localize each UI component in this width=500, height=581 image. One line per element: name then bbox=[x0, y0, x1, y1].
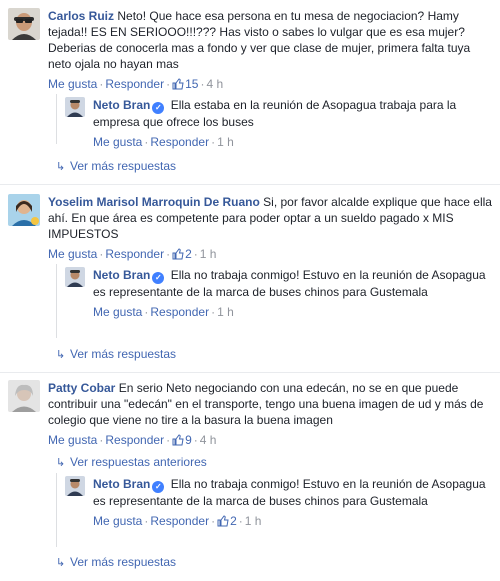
reply-arrow-icon: ↳ bbox=[56, 457, 66, 469]
avatar[interactable] bbox=[65, 267, 85, 287]
reply-author[interactable]: Neto Bran bbox=[93, 98, 150, 112]
like-count-value: 9 bbox=[185, 433, 192, 447]
avatar[interactable] bbox=[65, 97, 85, 117]
like-count-value: 2 bbox=[185, 247, 192, 261]
timestamp[interactable]: 1 h bbox=[217, 305, 234, 319]
separator: · bbox=[99, 247, 104, 261]
like-count-value: 2 bbox=[230, 514, 237, 528]
separator: · bbox=[166, 77, 171, 91]
like-count[interactable]: 2 bbox=[217, 514, 237, 528]
reply-author[interactable]: Neto Bran bbox=[93, 268, 150, 282]
reply-author[interactable]: Neto Bran bbox=[93, 477, 150, 491]
separator: · bbox=[238, 514, 243, 528]
reply-content: Ella no trabaja conmigo! Estuvo en la re… bbox=[93, 477, 486, 508]
avatar[interactable] bbox=[8, 8, 40, 40]
separator: · bbox=[99, 77, 104, 91]
thumbs-up-icon bbox=[172, 248, 184, 264]
reply-text: Neto Bran ✓ Ella estaba en la reunión de … bbox=[93, 97, 493, 130]
comment-author[interactable]: Yoselim Marisol Marroquin De Ruano bbox=[48, 195, 260, 209]
separator: · bbox=[211, 135, 216, 149]
replies-container: Neto Bran ✓ Ella estaba en la reunión de … bbox=[56, 94, 494, 149]
avatar-carlos-ruiz-icon bbox=[8, 8, 40, 40]
divider bbox=[0, 184, 500, 185]
timestamp[interactable]: 4 h bbox=[200, 433, 217, 447]
like-count[interactable]: 15 bbox=[172, 77, 198, 91]
timestamp[interactable]: 1 h bbox=[245, 514, 262, 528]
reply-link[interactable]: Responder bbox=[150, 305, 209, 319]
avatar-patty-cobar-icon bbox=[8, 380, 40, 412]
avatar[interactable] bbox=[8, 194, 40, 226]
reply-link[interactable]: Responder bbox=[105, 77, 164, 91]
comment-text: Patty Cobar En serio Neto negociando con… bbox=[48, 380, 494, 428]
reply-arrow-icon: ↳ bbox=[56, 161, 66, 173]
timestamp[interactable]: 1 h bbox=[217, 135, 234, 149]
separator: · bbox=[144, 514, 149, 528]
like-count[interactable]: 2 bbox=[172, 247, 192, 261]
separator: · bbox=[193, 247, 198, 261]
like-link[interactable]: Me gusta bbox=[93, 514, 142, 528]
separator: · bbox=[144, 135, 149, 149]
reply-link[interactable]: Responder bbox=[105, 247, 164, 261]
separator: · bbox=[200, 77, 205, 91]
avatar-neto-bran-icon bbox=[65, 267, 85, 287]
comment-author[interactable]: Patty Cobar bbox=[48, 381, 115, 395]
reply-arrow-icon: ↳ bbox=[56, 557, 66, 569]
more-replies-link[interactable]: ↳ Ver más respuestas bbox=[56, 346, 176, 363]
separator: · bbox=[144, 305, 149, 319]
more-replies-label: Ver más respuestas bbox=[70, 347, 177, 361]
previous-replies-link[interactable]: ↳ Ver respuestas anteriores bbox=[56, 454, 207, 471]
timestamp[interactable]: 4 h bbox=[206, 77, 223, 91]
more-replies-label: Ver más respuestas bbox=[70, 159, 177, 173]
reply-link[interactable]: Responder bbox=[150, 135, 209, 149]
reply-text: Neto Bran ✓ Ella no trabaja conmigo! Estu… bbox=[93, 476, 493, 509]
replies-container: Neto Bran ✓ Ella no trabaja conmigo! Estu… bbox=[56, 473, 494, 547]
more-replies-link[interactable]: ↳ Ver más respuestas bbox=[56, 554, 176, 571]
avatar-yoselim-icon bbox=[8, 194, 40, 226]
thumbs-up-icon bbox=[217, 515, 229, 531]
reply-content: Ella no trabaja conmigo! Estuvo en la re… bbox=[93, 268, 486, 299]
avatar-neto-bran-icon bbox=[65, 97, 85, 117]
comment-text: Yoselim Marisol Marroquin De Ruano Si, p… bbox=[48, 194, 494, 242]
like-link[interactable]: Me gusta bbox=[48, 247, 97, 261]
more-replies-link[interactable]: ↳ Ver más respuestas bbox=[56, 158, 176, 175]
comment-author[interactable]: Carlos Ruiz bbox=[48, 9, 114, 23]
thumbs-up-icon bbox=[172, 78, 184, 94]
reply-actions: Me gusta · Responder · 1 h bbox=[93, 134, 493, 150]
comment-actions: Me gusta · Responder · 15 · 4 h bbox=[48, 76, 494, 94]
separator: · bbox=[166, 247, 171, 261]
more-replies-label: Ver más respuestas bbox=[70, 555, 177, 569]
like-link[interactable]: Me gusta bbox=[93, 135, 142, 149]
separator: · bbox=[211, 514, 216, 528]
reply-text: Neto Bran ✓ Ella no trabaja conmigo! Estu… bbox=[93, 267, 493, 300]
separator: · bbox=[211, 305, 216, 319]
separator: · bbox=[166, 433, 171, 447]
reply-actions: Me gusta · Responder · 1 h bbox=[93, 304, 493, 320]
reply-arrow-icon: ↳ bbox=[56, 349, 66, 361]
separator: · bbox=[193, 433, 198, 447]
separator: · bbox=[99, 433, 104, 447]
divider bbox=[0, 372, 500, 373]
verified-badge-icon: ✓ bbox=[152, 272, 165, 284]
avatar-neto-bran-icon bbox=[65, 476, 85, 496]
like-count-value: 15 bbox=[185, 77, 199, 91]
verified-badge-icon: ✓ bbox=[152, 481, 165, 493]
like-link[interactable]: Me gusta bbox=[48, 77, 97, 91]
like-link[interactable]: Me gusta bbox=[93, 305, 142, 319]
comment-text: Carlos Ruiz Neto! Que hace esa persona e… bbox=[48, 8, 494, 72]
reply-link[interactable]: Responder bbox=[150, 514, 209, 528]
timestamp[interactable]: 1 h bbox=[200, 247, 217, 261]
thumbs-up-icon bbox=[172, 434, 184, 450]
previous-replies-label: Ver respuestas anteriores bbox=[70, 455, 207, 469]
replies-container: Neto Bran ✓ Ella no trabaja conmigo! Estu… bbox=[56, 264, 494, 338]
like-link[interactable]: Me gusta bbox=[48, 433, 97, 447]
avatar[interactable] bbox=[8, 380, 40, 412]
like-count[interactable]: 9 bbox=[172, 433, 192, 447]
comment-actions: Me gusta · Responder · 9 · 4 h bbox=[48, 432, 494, 450]
reply-actions: Me gusta · Responder · 2 · 1 h bbox=[93, 513, 493, 531]
comment-actions: Me gusta · Responder · 2 · 1 h bbox=[48, 246, 494, 264]
verified-badge-icon: ✓ bbox=[152, 102, 165, 114]
reply-link[interactable]: Responder bbox=[105, 433, 164, 447]
avatar[interactable] bbox=[65, 476, 85, 496]
